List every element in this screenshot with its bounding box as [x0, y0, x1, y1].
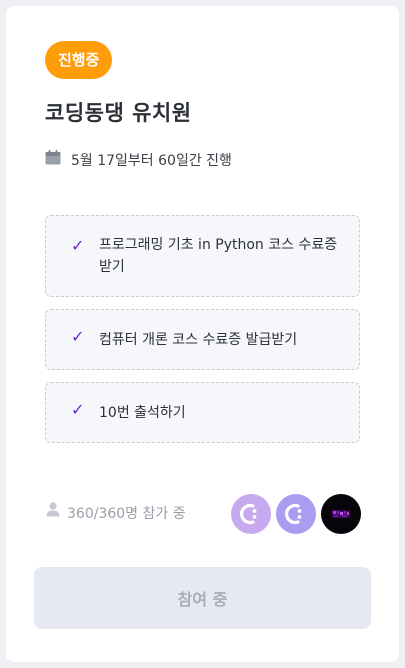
mission-item: ✓ 10번 출석하기	[45, 382, 360, 443]
pixel-art-icon	[332, 510, 350, 518]
calendar-icon	[45, 149, 61, 164]
status-badge: 진행중	[45, 41, 113, 79]
participant-count: 360/360명 참가 중	[45, 502, 186, 523]
challenge-period: 5월 17일부터 60일간 진행	[45, 149, 232, 170]
participant-avatars	[231, 494, 366, 534]
participant-text: 360/360명 참가 중	[67, 506, 186, 522]
check-icon: ✓	[71, 399, 85, 419]
avatar	[321, 494, 361, 534]
check-icon: ✓	[71, 236, 85, 255]
avatar	[276, 494, 316, 534]
mission-text: 프로그래밍 기초 in Python 코스 수료증 받기	[99, 237, 338, 275]
user-logo-icon	[240, 503, 257, 525]
challenge-card: 진행중 코딩동댕 유치원 5월 17일부터 60일간 진행 ✓ 프로그래밍 기초…	[6, 6, 399, 662]
person-icon	[46, 502, 60, 517]
mission-item: ✓ 프로그래밍 기초 in Python 코스 수료증 받기	[45, 215, 360, 297]
challenge-title: 코딩동댕 유치원	[45, 101, 192, 125]
mission-text: 10번 출석하기	[99, 404, 186, 421]
check-icon: ✓	[71, 326, 85, 346]
avatar	[231, 494, 271, 534]
join-button[interactable]: 참여 중	[34, 567, 371, 629]
mission-list: ✓ 프로그래밍 기초 in Python 코스 수료증 받기 ✓ 컴퓨터 개론 …	[45, 215, 360, 455]
mission-item: ✓ 컴퓨터 개론 코스 수료증 발급받기	[45, 309, 360, 370]
mission-text: 컴퓨터 개론 코스 수료증 발급받기	[99, 331, 298, 348]
user-logo-icon	[285, 503, 302, 525]
period-text: 5월 17일부터 60일간 진행	[71, 153, 232, 169]
